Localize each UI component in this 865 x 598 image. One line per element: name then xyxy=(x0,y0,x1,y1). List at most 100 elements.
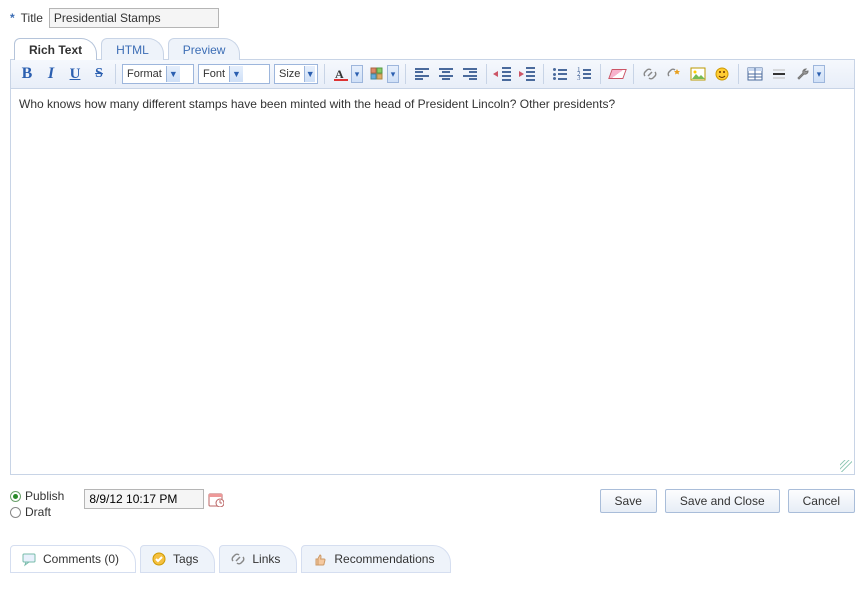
tab-preview-label: Preview xyxy=(183,43,226,57)
content-text: Who knows how many different stamps have… xyxy=(19,97,615,111)
eraser-icon xyxy=(608,69,627,79)
bold-button[interactable]: B xyxy=(17,64,37,84)
format-select-label: Format xyxy=(127,68,162,80)
save-close-button[interactable]: Save and Close xyxy=(665,489,780,513)
font-select[interactable]: Font ▼ xyxy=(198,64,270,84)
outdent-icon xyxy=(495,67,511,81)
calendar-icon[interactable] xyxy=(208,491,224,507)
links-tab-label: Links xyxy=(252,552,280,566)
comment-icon xyxy=(21,551,37,567)
required-star: * xyxy=(10,11,15,25)
bullet-list-icon xyxy=(553,68,567,80)
tools-button[interactable]: ▾ xyxy=(793,64,825,84)
draft-label: Draft xyxy=(25,505,51,519)
chevron-down-icon: ▾ xyxy=(813,65,825,83)
tab-html-label: HTML xyxy=(116,43,149,57)
wrench-icon xyxy=(793,64,813,84)
number-list-button[interactable]: 1 2 3 xyxy=(574,64,594,84)
bullet-list-button[interactable] xyxy=(550,64,570,84)
tab-html[interactable]: HTML xyxy=(101,38,164,60)
tags-tab-label: Tags xyxy=(173,552,198,566)
links-tab[interactable]: Links xyxy=(219,545,297,573)
toolbar-separator xyxy=(600,64,601,84)
publish-label: Publish xyxy=(25,489,64,503)
align-left-icon xyxy=(415,68,429,80)
align-right-icon xyxy=(463,68,477,80)
comments-tab-label: Comments (0) xyxy=(43,552,119,566)
indent-button[interactable] xyxy=(517,64,537,84)
toolbar-separator xyxy=(738,64,739,84)
toolbar-separator xyxy=(324,64,325,84)
chevron-down-icon: ▼ xyxy=(166,66,180,82)
publish-left: Publish Draft xyxy=(10,489,224,521)
recommendations-tab-label: Recommendations xyxy=(334,552,434,566)
align-center-button[interactable] xyxy=(436,64,456,84)
align-right-button[interactable] xyxy=(460,64,480,84)
format-select[interactable]: Format ▼ xyxy=(122,64,194,84)
tab-rich-text-label: Rich Text xyxy=(29,43,82,57)
content-editor[interactable]: Who knows how many different stamps have… xyxy=(11,89,854,474)
text-color-icon: A xyxy=(331,64,351,84)
action-buttons: Save Save and Close Cancel xyxy=(600,489,855,513)
insert-anchor-button[interactable] xyxy=(664,64,684,84)
align-left-button[interactable] xyxy=(412,64,432,84)
toolbar: B I U S Format ▼ Font ▼ Size ▼ A xyxy=(11,60,854,89)
strikethrough-button[interactable]: S xyxy=(89,64,109,84)
indent-icon xyxy=(519,67,535,81)
radio-empty-icon xyxy=(10,507,21,518)
number-list-icon: 1 2 3 xyxy=(577,68,591,80)
save-button[interactable]: Save xyxy=(600,489,657,513)
date-field-wrap xyxy=(84,489,224,509)
remove-format-button[interactable] xyxy=(607,64,627,84)
size-select-label: Size xyxy=(279,68,300,80)
insert-image-button[interactable] xyxy=(688,64,708,84)
tab-rich-text[interactable]: Rich Text xyxy=(14,38,97,60)
cancel-button[interactable]: Cancel xyxy=(788,489,855,513)
chevron-down-icon: ▼ xyxy=(304,66,315,82)
title-row: * Title xyxy=(10,8,855,28)
chevron-down-icon: ▾ xyxy=(387,65,399,83)
underline-button[interactable]: U xyxy=(65,64,85,84)
tag-icon xyxy=(151,551,167,567)
tags-tab[interactable]: Tags xyxy=(140,545,215,573)
editor-tabs: Rich Text HTML Preview xyxy=(14,38,855,60)
insert-link-button[interactable] xyxy=(640,64,660,84)
chevron-down-icon: ▾ xyxy=(351,65,363,83)
publish-row: Publish Draft Save Save and Close Cancel xyxy=(10,489,855,521)
tab-preview[interactable]: Preview xyxy=(168,38,241,60)
text-color-button[interactable]: A ▾ xyxy=(331,64,363,84)
insert-table-button[interactable] xyxy=(745,64,765,84)
toolbar-separator xyxy=(486,64,487,84)
align-center-icon xyxy=(439,68,453,80)
outdent-button[interactable] xyxy=(493,64,513,84)
chevron-down-icon: ▼ xyxy=(229,66,243,82)
background-color-button[interactable]: ▾ xyxy=(367,64,399,84)
svg-text:A: A xyxy=(335,67,344,81)
link-icon xyxy=(230,551,246,567)
smiley-icon xyxy=(714,66,730,82)
editor-panel: B I U S Format ▼ Font ▼ Size ▼ A xyxy=(10,59,855,475)
draft-radio[interactable]: Draft xyxy=(10,505,64,519)
link-star-icon xyxy=(666,66,682,82)
publish-date-input[interactable] xyxy=(84,489,204,509)
toolbar-separator xyxy=(405,64,406,84)
link-icon xyxy=(642,66,658,82)
size-select[interactable]: Size ▼ xyxy=(274,64,318,84)
resize-handle[interactable] xyxy=(840,460,852,472)
table-icon xyxy=(747,66,763,82)
hr-icon xyxy=(771,66,787,82)
publish-radios: Publish Draft xyxy=(10,489,64,521)
recommendations-tab[interactable]: Recommendations xyxy=(301,545,451,573)
insert-hr-button[interactable] xyxy=(769,64,789,84)
publish-radio[interactable]: Publish xyxy=(10,489,64,503)
font-select-label: Font xyxy=(203,68,225,80)
image-icon xyxy=(690,66,706,82)
insert-emoji-button[interactable] xyxy=(712,64,732,84)
editor-container: * Title Rich Text HTML Preview B I U S F… xyxy=(0,0,865,577)
comments-tab[interactable]: Comments (0) xyxy=(10,545,136,573)
italic-button[interactable]: I xyxy=(41,64,61,84)
title-input[interactable] xyxy=(49,8,219,28)
toolbar-separator xyxy=(633,64,634,84)
toolbar-separator xyxy=(115,64,116,84)
bottom-tabs: Comments (0) Tags Links Recommendations xyxy=(10,545,855,573)
